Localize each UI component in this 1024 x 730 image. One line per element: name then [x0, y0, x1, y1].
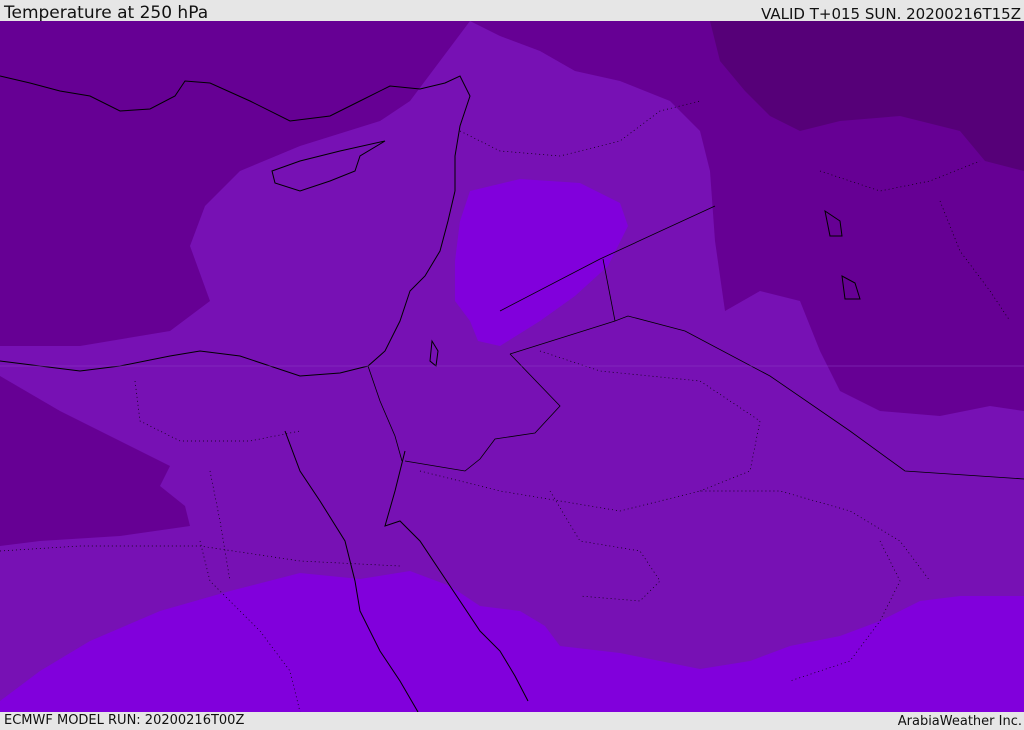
temperature-map[interactable] — [0, 21, 1024, 712]
credit-label: ArabiaWeather Inc. — [897, 714, 1022, 729]
header-bar: Temperature at 250 hPa VALID T+015 SUN. … — [0, 0, 1024, 23]
map-title: Temperature at 250 hPa — [4, 3, 209, 23]
map-canvas — [0, 21, 1024, 712]
footer-bar: ECMWF MODEL RUN: 20200216T00Z ArabiaWeat… — [0, 712, 1024, 729]
model-run-label: ECMWF MODEL RUN: 20200216T00Z — [4, 713, 245, 728]
